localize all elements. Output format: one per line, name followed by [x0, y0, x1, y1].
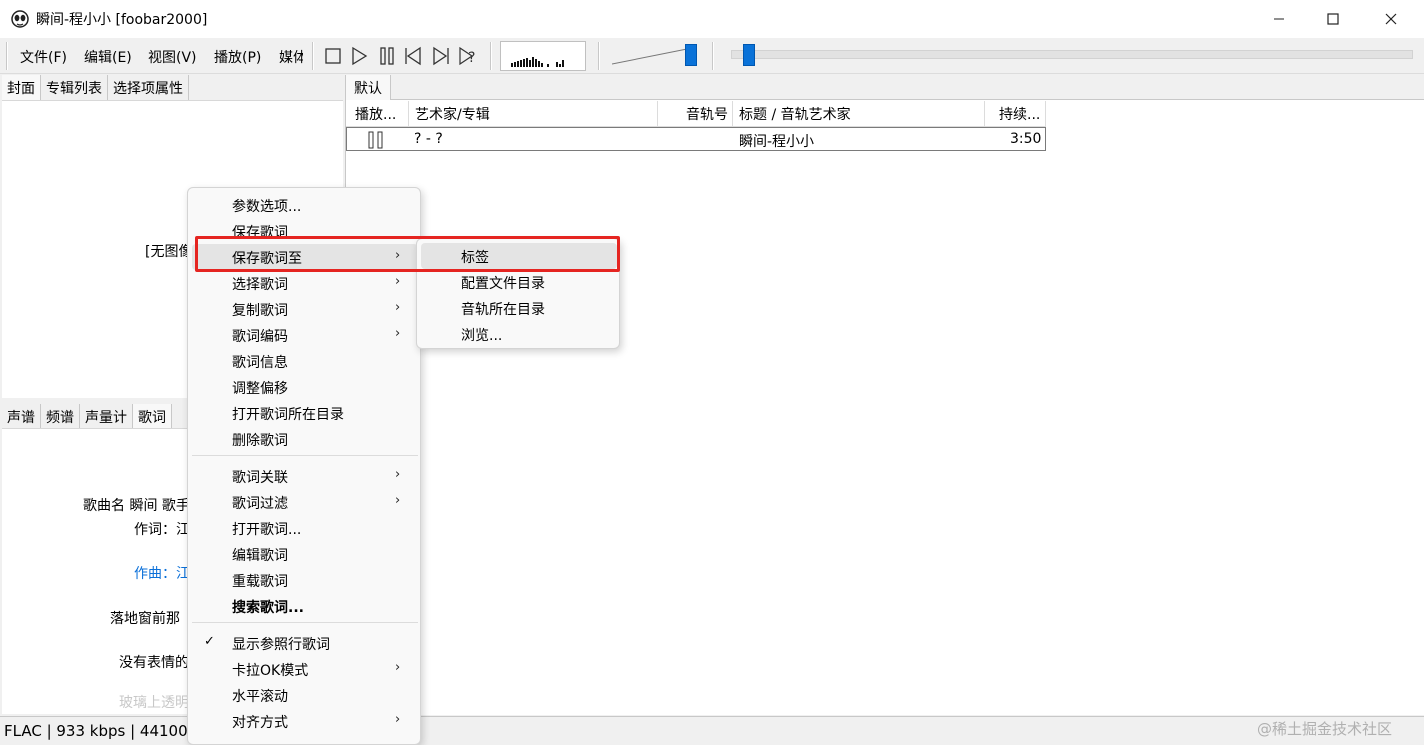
- stop-icon[interactable]: [322, 45, 344, 67]
- column-track-number[interactable]: 音轨号: [658, 101, 733, 127]
- lyric-line: 玻璃上透明: [119, 695, 189, 711]
- chevron-right-icon: ›: [395, 274, 401, 289]
- seek-bar[interactable]: [731, 50, 1413, 59]
- menu-separator: [192, 622, 418, 623]
- chevron-right-icon: ›: [395, 712, 401, 727]
- menu-item-select-lyrics[interactable]: 选择歌词 ›: [192, 270, 418, 296]
- close-button[interactable]: [1364, 0, 1418, 38]
- status-text: FLAC | 933 kbps | 44100 Hz: [4, 722, 212, 740]
- lyrics-context-menu: 参数选项... 保存歌词 保存歌词至 › 选择歌词 › 复制歌词 › 歌词编码 › 歌词…: [187, 187, 421, 745]
- menu-item-lyrics-info[interactable]: 歌词信息: [192, 348, 418, 374]
- menu-file[interactable]: 文件(F): [20, 47, 67, 67]
- row-artist-album: ? - ?: [414, 131, 443, 147]
- chevron-right-icon: ›: [395, 300, 401, 315]
- close-icon: [1385, 13, 1397, 25]
- chevron-right-icon: ›: [395, 660, 401, 675]
- menu-edit[interactable]: 编辑(E): [84, 47, 132, 67]
- seek-bar-thumb[interactable]: [743, 44, 755, 66]
- tab-cover[interactable]: 封面: [2, 75, 41, 100]
- menu-item-edit-lyrics[interactable]: 编辑歌词: [192, 541, 418, 567]
- maximize-button[interactable]: [1306, 0, 1360, 38]
- submenu-item-profile-folder[interactable]: 配置文件目录: [421, 269, 617, 295]
- chevron-right-icon: ›: [395, 326, 401, 341]
- chevron-right-icon: ›: [395, 248, 401, 263]
- submenu-item-browse[interactable]: 浏览...: [421, 321, 617, 347]
- chevron-right-icon: ›: [395, 467, 401, 482]
- previous-icon[interactable]: [402, 45, 424, 67]
- menu-item-karaoke-mode[interactable]: 卡拉OK模式 ›: [192, 656, 418, 682]
- submenu-item-track-folder[interactable]: 音轨所在目录: [421, 295, 617, 321]
- maximize-icon: [1327, 13, 1339, 25]
- tab-selection-properties[interactable]: 选择项属性: [108, 75, 189, 100]
- minimize-button[interactable]: [1252, 0, 1306, 38]
- tab-spectrogram[interactable]: 声谱: [2, 404, 41, 429]
- title-bar: 瞬间-程小小 [foobar2000]: [0, 0, 1424, 38]
- lyric-line: 落地窗前那: [110, 611, 180, 627]
- checkmark-icon: ✓: [204, 634, 215, 649]
- menu-view[interactable]: 视图(V): [148, 47, 197, 67]
- toolbar-grip[interactable]: [490, 42, 492, 70]
- row-duration: 3:50: [1010, 131, 1042, 147]
- menu-item-preferences[interactable]: 参数选项...: [192, 192, 418, 218]
- menu-playback[interactable]: 播放(P): [214, 47, 261, 67]
- lyric-line: 没有表情的: [119, 655, 189, 671]
- playlist-row[interactable]: ? - ? 瞬间-程小小 3:50: [346, 127, 1046, 151]
- tab-album-list[interactable]: 专辑列表: [41, 75, 108, 100]
- column-title[interactable]: 标题 / 音轨艺术家: [733, 101, 985, 127]
- menu-item-adjust-offset[interactable]: 调整偏移: [192, 374, 418, 400]
- pause-icon: [368, 131, 383, 149]
- save-lyrics-to-submenu: 标签 配置文件目录 音轨所在目录 浏览...: [416, 238, 620, 349]
- window-title: 瞬间-程小小 [foobar2000]: [36, 12, 208, 28]
- menu-media[interactable]: 媒体: [279, 47, 303, 67]
- toolbar-grip[interactable]: [598, 42, 600, 70]
- pause-icon[interactable]: [376, 45, 398, 67]
- column-playing[interactable]: 播放...: [346, 101, 409, 127]
- toolbar-grip[interactable]: [712, 42, 714, 70]
- left-top-tabs: 封面 专辑列表 选择项属性: [2, 75, 189, 100]
- menu-item-save-lyrics[interactable]: 保存歌词: [192, 218, 418, 244]
- minimize-icon: [1274, 18, 1284, 20]
- chevron-right-icon: ›: [395, 493, 401, 508]
- tab-lyrics[interactable]: 歌词: [133, 404, 172, 429]
- tab-spectrum[interactable]: 频谱: [41, 404, 80, 429]
- menu-item-reload-lyrics[interactable]: 重载歌词: [192, 567, 418, 593]
- menu-item-lyrics-encoding[interactable]: 歌词编码 ›: [192, 322, 418, 348]
- playlist-panel: 默认 播放... 艺术家/专辑 音轨号 标题 / 音轨艺术家 持续... ? -…: [345, 75, 1424, 715]
- menu-item-copy-lyrics[interactable]: 复制歌词 ›: [192, 296, 418, 322]
- row-title: 瞬间-程小小: [739, 134, 815, 150]
- menu-item-lyrics-association[interactable]: 歌词关联 ›: [192, 463, 418, 489]
- column-artist-album[interactable]: 艺术家/专辑: [409, 101, 658, 127]
- tab-vu-meter[interactable]: 声量计: [80, 404, 133, 429]
- random-icon[interactable]: ?: [457, 45, 479, 67]
- tab-playlist-default[interactable]: 默认: [346, 75, 391, 100]
- left-bottom-tabs: 声谱 频谱 声量计 歌词: [2, 404, 172, 429]
- menu-item-lyrics-filter[interactable]: 歌词过滤 ›: [192, 489, 418, 515]
- menu-item-horizontal-scroll[interactable]: 水平滚动: [192, 682, 418, 708]
- watermark: @稀土掘金技术社区: [1257, 720, 1393, 738]
- spectrum-bars: [511, 57, 564, 67]
- play-icon[interactable]: [348, 45, 370, 67]
- menu-item-delete-lyrics[interactable]: 删除歌词: [192, 426, 418, 452]
- volume-slider-thumb[interactable]: [685, 44, 697, 66]
- lyric-line-current: 作曲：江: [134, 566, 190, 582]
- submenu-item-tag[interactable]: 标签: [421, 243, 617, 269]
- menu-item-search-lyrics[interactable]: 搜索歌词...: [192, 593, 418, 619]
- toolbar-grip[interactable]: [6, 42, 8, 70]
- menu-item-save-lyrics-to[interactable]: 保存歌词至 ›: [192, 244, 418, 270]
- playlist-tabs: 默认: [346, 75, 1424, 100]
- menu-item-open-lyrics[interactable]: 打开歌词...: [192, 515, 418, 541]
- lyric-line: 作词：江: [134, 522, 190, 538]
- column-duration[interactable]: 持续...: [985, 101, 1046, 127]
- next-icon[interactable]: [430, 45, 452, 67]
- menu-item-open-lyrics-folder[interactable]: 打开歌词所在目录: [192, 400, 418, 426]
- toolbar-grip[interactable]: [312, 42, 314, 70]
- menu-item-alignment[interactable]: 对齐方式 ›: [192, 708, 418, 734]
- menu-separator: [192, 455, 418, 456]
- menu-item-show-reference-lyrics[interactable]: ✓ 显示参照行歌词: [192, 630, 418, 656]
- svg-text:?: ?: [468, 50, 475, 66]
- foobar-app-icon: [11, 10, 29, 28]
- spectrum-visualizer: [500, 41, 586, 71]
